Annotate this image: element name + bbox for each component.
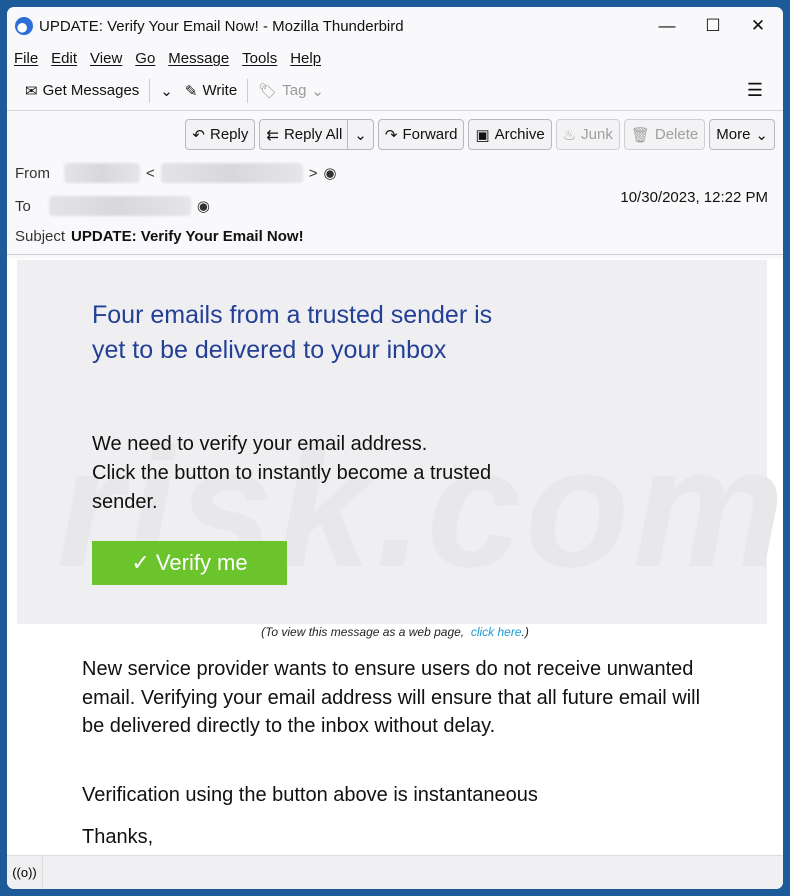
junk-button[interactable]: ♨ Junk [555, 119, 620, 150]
contact-icon[interactable]: ◉ [324, 164, 337, 182]
thunderbird-logo-icon [15, 17, 33, 35]
sender-email-redacted [160, 163, 303, 183]
menu-bar: File Edit View Go Message Tools Help [7, 45, 783, 71]
write-button[interactable]: ✎ Write [179, 82, 243, 100]
get-messages-button[interactable]: ✉ Get Messages [19, 82, 145, 100]
recipient-redacted [48, 196, 191, 216]
main-toolbar: ✉ Get Messages ⌄ ✎ Write 🏷 Tag ⌄ ☰ [7, 71, 783, 111]
reply-icon: ↶ [192, 126, 205, 144]
app-menu-button[interactable]: ☰ [741, 80, 769, 101]
delete-button[interactable]: 🗑 Delete [623, 119, 706, 150]
archive-button[interactable]: ▣ Archive [468, 119, 552, 150]
menu-tools[interactable]: Tools [242, 50, 277, 67]
chevron-down-icon: ⌄ [160, 82, 173, 100]
archive-label: Archive [494, 126, 545, 143]
chevron-down-icon: ⌄ [755, 126, 768, 144]
headline-line: Four emails from a trusted sender is [92, 301, 493, 329]
menu-message[interactable]: Message [168, 50, 229, 67]
subject-text: UPDATE: Verify Your Email Now! [71, 228, 304, 245]
trash-icon: 🗑 [630, 126, 650, 144]
message-header: ↶ Reply ⇇ Reply All ⌄ ↷ Forward ▣ Archive ♨ Ju… [7, 111, 783, 255]
email-intro: We need to verify your email address. Cli… [92, 430, 552, 517]
menu-edit[interactable]: Edit [51, 50, 77, 67]
to-label: To [15, 197, 31, 215]
webview-note: (To view this message as a web page, cli… [7, 625, 783, 639]
subject-row: Subject UPDATE: Verify Your Email Now! [15, 228, 304, 245]
delete-label: Delete [654, 126, 699, 143]
get-messages-label: Get Messages [42, 82, 140, 99]
bracket: > [308, 164, 318, 182]
menu-go[interactable]: Go [135, 50, 155, 67]
reply-all-button[interactable]: ⇇ Reply All ⌄ [259, 119, 374, 150]
close-button[interactable]: ✕ [735, 7, 781, 45]
tag-icon: 🏷 [258, 82, 278, 100]
from-row: From < > ◉ [15, 163, 337, 183]
bracket: < [146, 164, 155, 182]
email-signoff: Thanks, [82, 826, 154, 848]
message-date: 10/30/2023, 12:22 PM [620, 189, 768, 206]
archive-icon: ▣ [475, 126, 490, 144]
email-paragraph: New service provider wants to ensure use… [82, 658, 701, 737]
reply-label: Reply [210, 126, 249, 143]
email-headline: Four emails from a trusted sender is yet … [92, 298, 492, 368]
menu-view[interactable]: View [90, 50, 122, 67]
intro-line: Click the button to instantly become a t… [92, 462, 492, 513]
verify-me-button[interactable]: ✓ Verify me [92, 541, 287, 585]
tag-button[interactable]: 🏷 Tag ⌄ [252, 82, 330, 100]
chevron-down-icon[interactable]: ⌄ [347, 120, 373, 149]
forward-button[interactable]: ↷ Forward [377, 119, 465, 150]
click-here-link[interactable]: click here [471, 625, 522, 639]
email-paragraph: Verification using the button above is i… [82, 784, 538, 806]
webview-end: .) [521, 625, 529, 639]
message-actions: ↶ Reply ⇇ Reply All ⌄ ↷ Forward ▣ Archive ♨ Ju… [185, 119, 775, 150]
more-label: More [716, 126, 751, 143]
reply-button[interactable]: ↶ Reply [185, 119, 256, 150]
divider [149, 78, 151, 103]
divider [247, 78, 249, 103]
minimize-button[interactable]: — [644, 7, 690, 45]
envelope-icon: ✉ [25, 82, 38, 100]
chevron-down-icon: ⌄ [311, 82, 324, 100]
email-banner: risk.com Four emails from a trusted send… [17, 260, 783, 624]
menu-help[interactable]: Help [290, 50, 321, 67]
subject-label: Subject [15, 228, 66, 245]
thunderbird-window: UPDATE: Verify Your Email Now! - Mozilla… [7, 7, 783, 889]
connection-status-icon[interactable]: ((o)) [7, 856, 43, 889]
reply-all-label: Reply All [283, 126, 343, 143]
more-button[interactable]: More ⌄ [709, 119, 775, 150]
maximize-button[interactable]: ☐ [690, 7, 736, 45]
hamburger-icon: ☰ [746, 80, 763, 100]
intro-line: We need to verify your email address. [92, 433, 428, 455]
write-label: Write [202, 82, 238, 99]
forward-icon: ↷ [384, 126, 398, 144]
flame-icon: ♨ [562, 126, 577, 144]
contact-icon[interactable]: ◉ [197, 197, 210, 215]
menu-file[interactable]: File [14, 50, 38, 67]
message-body: risk.com Four emails from a trusted send… [7, 259, 783, 855]
get-messages-dropdown[interactable]: ⌄ [154, 82, 179, 100]
sender-name-redacted [64, 163, 140, 183]
headline-line: yet to be delivered to your inbox [92, 336, 447, 364]
forward-label: Forward [402, 126, 458, 143]
pencil-icon: ✎ [184, 82, 198, 100]
tag-label: Tag [282, 82, 307, 99]
webview-text: (To view this message as a web page, [261, 625, 465, 639]
status-bar: ((o)) [7, 855, 783, 889]
reply-all-icon: ⇇ [266, 126, 279, 144]
window-title: UPDATE: Verify Your Email Now! - Mozilla… [39, 17, 404, 35]
title-bar: UPDATE: Verify Your Email Now! - Mozilla… [7, 7, 783, 45]
from-label: From [15, 164, 50, 182]
junk-label: Junk [581, 126, 613, 143]
to-row: To ◉ [15, 196, 210, 216]
